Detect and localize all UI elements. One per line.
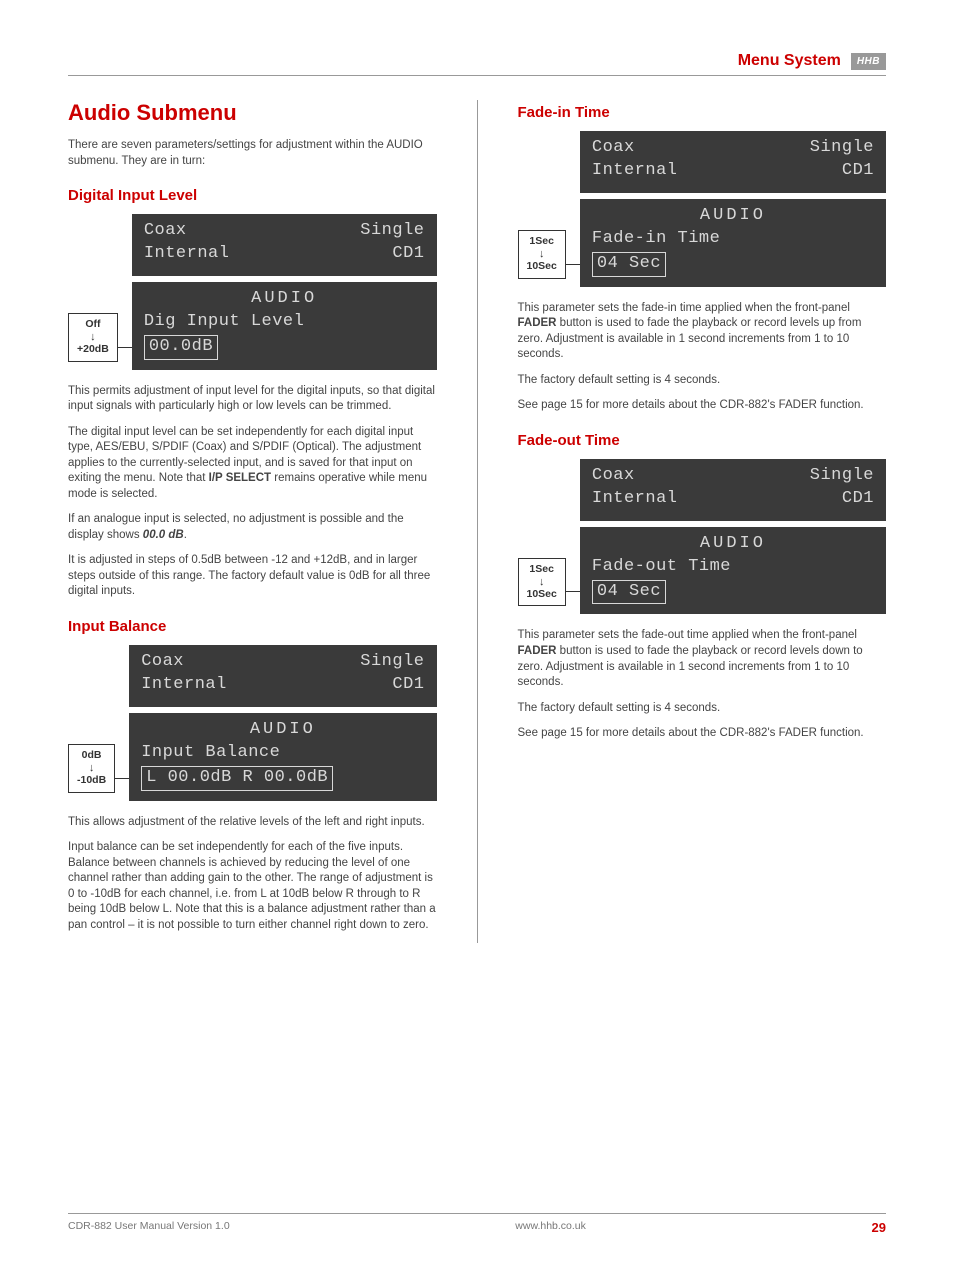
lcd-menu: AUDIO <box>592 533 874 556</box>
header-rule <box>68 75 886 76</box>
lcd-bottom: AUDIO Dig Input Level 00.0dB <box>132 282 437 370</box>
connector-line <box>115 778 129 779</box>
body-text: This parameter sets the fade-out time ap… <box>518 628 887 690</box>
footer-rule <box>68 1213 886 1214</box>
body-text: This permits adjustment of input level f… <box>68 384 437 415</box>
connector-line <box>118 347 132 348</box>
lcd-bottom: AUDIO Fade-in Time 04 Sec <box>580 199 886 287</box>
heading-fade-out: Fade-out Time <box>518 432 887 449</box>
page-title: Audio Submenu <box>68 100 437 126</box>
left-column: Audio Submenu There are seven parameters… <box>68 100 437 943</box>
body-text: Input balance can be set independently f… <box>68 840 437 933</box>
lcd-top: Coax Internal Single CD1 <box>580 131 886 193</box>
heading-input-balance: Input Balance <box>68 618 437 635</box>
range-top: 0dB <box>82 749 102 763</box>
lcd-value: 00.0dB <box>144 335 218 360</box>
range-top: Off <box>85 318 100 332</box>
range-box: Off ↓ +20dB <box>68 313 118 361</box>
body-text: The digital input level can be set indep… <box>68 425 437 503</box>
heading-fade-in: Fade-in Time <box>518 104 887 121</box>
body-text: See page 15 for more details about the C… <box>518 398 887 414</box>
section-title: Menu System <box>738 52 841 70</box>
brand-badge: HHB <box>851 53 886 70</box>
lcd-block-input-balance: 0dB ↓ -10dB Coax Internal Single CD1 AUD… <box>68 645 437 801</box>
lcd-block-fade-out: 1Sec ↓ 10Sec Coax Internal Single CD1 AU… <box>518 459 887 615</box>
page-footer: CDR-882 User Manual Version 1.0 www.hhb.… <box>68 1213 886 1235</box>
lcd-param: Fade-in Time <box>592 228 874 251</box>
body-text: This parameter sets the fade-in time app… <box>518 301 887 363</box>
lcd-bottom: AUDIO Input Balance L 00.0dB R 00.0dB <box>129 713 436 801</box>
lcd-block-digital-input: Off ↓ +20dB Coax Internal Single CD1 AUD… <box>68 214 437 370</box>
lcd-param: Dig Input Level <box>144 311 425 334</box>
lcd-top-right: Single CD1 <box>810 465 874 511</box>
range-bottom: 10Sec <box>527 260 557 274</box>
body-text: This allows adjustment of the relative l… <box>68 815 437 831</box>
page-header: Menu System HHB <box>68 52 886 70</box>
down-arrow-icon: ↓ <box>539 577 545 588</box>
lcd-value: 04 Sec <box>592 580 666 605</box>
down-arrow-icon: ↓ <box>90 332 96 343</box>
connector-line <box>566 264 580 265</box>
range-top: 1Sec <box>529 235 554 249</box>
range-top: 1Sec <box>529 563 554 577</box>
lcd-value: L 00.0dB R 00.0dB <box>141 766 333 791</box>
heading-digital-input: Digital Input Level <box>68 187 437 204</box>
lcd-top-left: Coax Internal <box>144 220 230 266</box>
lcd-top-left: Coax Internal <box>141 651 227 697</box>
lcd-top: Coax Internal Single CD1 <box>132 214 437 276</box>
lcd-bottom: AUDIO Fade-out Time 04 Sec <box>580 527 886 615</box>
lcd-value: 04 Sec <box>592 252 666 277</box>
lcd-param: Fade-out Time <box>592 556 874 579</box>
down-arrow-icon: ↓ <box>539 249 545 260</box>
lcd-menu: AUDIO <box>592 205 874 228</box>
column-divider <box>477 100 478 943</box>
lcd-top-right: Single CD1 <box>360 651 424 697</box>
connector-line <box>566 591 580 592</box>
lcd-top: Coax Internal Single CD1 <box>580 459 886 521</box>
footer-left: CDR-882 User Manual Version 1.0 <box>68 1220 230 1235</box>
lcd-top: Coax Internal Single CD1 <box>129 645 436 707</box>
body-text: It is adjusted in steps of 0.5dB between… <box>68 553 437 600</box>
lcd-menu: AUDIO <box>144 288 425 311</box>
lcd-top-left: Coax Internal <box>592 137 678 183</box>
range-bottom: 10Sec <box>527 588 557 602</box>
lcd-top-right: Single CD1 <box>360 220 424 266</box>
lcd-param: Input Balance <box>141 742 424 765</box>
page-number: 29 <box>872 1220 886 1235</box>
footer-center: www.hhb.co.uk <box>515 1220 586 1235</box>
range-box: 1Sec ↓ 10Sec <box>518 230 566 278</box>
range-box: 1Sec ↓ 10Sec <box>518 558 566 606</box>
body-text: If an analogue input is selected, no adj… <box>68 512 437 543</box>
body-text: The factory default setting is 4 seconds… <box>518 373 887 389</box>
range-bottom: -10dB <box>77 774 106 788</box>
lcd-menu: AUDIO <box>141 719 424 742</box>
body-text: See page 15 for more details about the C… <box>518 726 887 742</box>
range-bottom: +20dB <box>77 343 109 357</box>
down-arrow-icon: ↓ <box>89 763 95 774</box>
range-box: 0dB ↓ -10dB <box>68 744 115 792</box>
right-column: Fade-in Time 1Sec ↓ 10Sec Coax Internal … <box>518 100 887 943</box>
body-text: The factory default setting is 4 seconds… <box>518 701 887 717</box>
lcd-top-right: Single CD1 <box>810 137 874 183</box>
lcd-top-left: Coax Internal <box>592 465 678 511</box>
lcd-block-fade-in: 1Sec ↓ 10Sec Coax Internal Single CD1 AU… <box>518 131 887 287</box>
intro-text: There are seven parameters/settings for … <box>68 138 437 169</box>
